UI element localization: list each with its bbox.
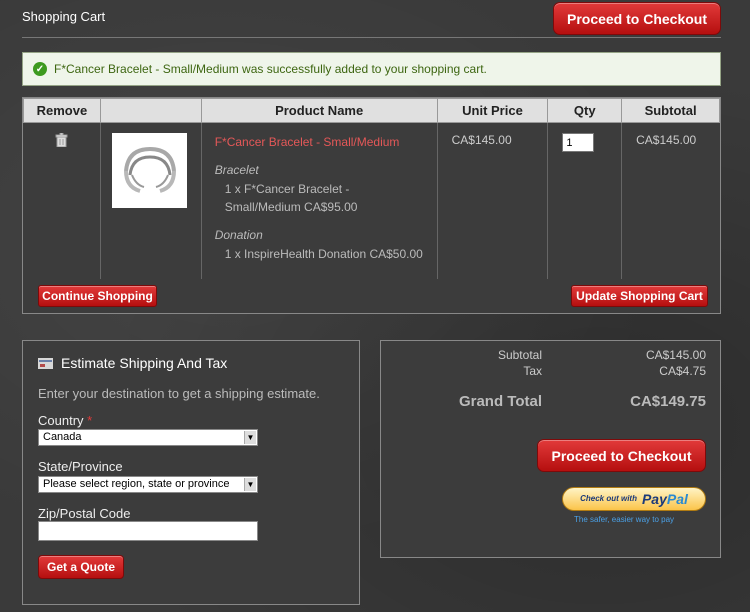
grand-total-label: Grand Total [458, 393, 542, 410]
chevron-down-icon: ▼ [244, 478, 256, 491]
table-row: F*Cancer Bracelet - Small/Medium Bracele… [23, 122, 720, 279]
cart-table: Remove Product Name Unit Price Qty Subto… [23, 98, 720, 279]
proceed-to-checkout-bottom-button[interactable]: Proceed to Checkout [537, 439, 706, 472]
proceed-to-checkout-top-button[interactable]: Proceed to Checkout [553, 2, 721, 35]
grand-total-value: CA$149.75 [630, 393, 706, 410]
option-value-bracelet: 1 x F*Cancer Bracelet - Small/Medium CA$… [224, 182, 358, 214]
get-quote-button[interactable]: Get a Quote [38, 555, 124, 579]
country-label: Country * [38, 413, 92, 428]
subtotal-cell: CA$145.00 [636, 133, 697, 147]
cart-header-row: Remove Product Name Unit Price Qty Subto… [23, 98, 720, 123]
update-cart-button[interactable]: Update Shopping Cart [571, 285, 708, 307]
product-name-link[interactable]: F*Cancer Bracelet - Small/Medium [215, 135, 437, 149]
subtotal-value: CA$145.00 [645, 348, 706, 362]
paypal-logo-icon: PayPal [642, 491, 688, 507]
product-image[interactable] [111, 133, 187, 208]
success-message-text: F*Cancer Bracelet - Small/Medium was suc… [54, 62, 487, 76]
shipping-title: Estimate Shipping And Tax [61, 355, 228, 371]
chevron-down-icon: ▼ [244, 431, 256, 444]
zip-input[interactable] [38, 521, 258, 541]
col-header-remove: Remove [23, 98, 101, 123]
shipping-heading: Estimate Shipping And Tax [38, 355, 227, 371]
paypal-checkout-text: Check out with [580, 494, 637, 503]
option-label-donation: Donation [214, 228, 263, 242]
product-image-cell [100, 122, 202, 279]
qty-cell [547, 122, 623, 279]
option-label-bracelet: Bracelet [214, 163, 259, 177]
col-header-qty: Qty [547, 98, 623, 123]
unit-price-cell: CA$145.00 [437, 122, 549, 279]
tax-value: CA$4.75 [659, 364, 706, 378]
option-value-donation: 1 x InspireHealth Donation CA$50.00 [224, 247, 423, 261]
success-check-icon: ✓ [33, 62, 47, 76]
col-header-unit-price: Unit Price [436, 98, 549, 123]
remove-cell [23, 122, 101, 279]
success-message: ✓ F*Cancer Bracelet - Small/Medium was s… [22, 52, 721, 86]
paypal-tagline: The safer, easier way to pay [574, 515, 675, 524]
country-select-value: Canada [43, 431, 82, 443]
cart-totals-panel: Subtotal CA$145.00 Tax CA$4.75 Grand Tot… [380, 340, 721, 558]
continue-shopping-button[interactable]: Continue Shopping [38, 285, 157, 307]
required-marker: * [87, 413, 93, 428]
tax-label: Tax [523, 364, 542, 378]
col-header-image [99, 98, 202, 123]
zip-label: Zip/Postal Code [38, 506, 131, 521]
state-label: State/Province [38, 459, 123, 474]
quantity-input[interactable] [562, 133, 595, 152]
shipping-intro: Enter your destination to get a shipping… [38, 386, 320, 401]
paypal-logo-pay: Pay [641, 491, 667, 507]
shipping-icon [38, 357, 53, 369]
page-title: Shopping Cart [22, 9, 106, 24]
shipping-estimate-panel: Estimate Shipping And Tax Enter your des… [22, 340, 360, 605]
product-name-cell: F*Cancer Bracelet - Small/Medium Bracele… [201, 122, 438, 279]
paypal-logo-pal: Pal [666, 491, 688, 507]
state-select-value: Please select region, state or province [43, 478, 230, 490]
cart-table-container: Remove Product Name Unit Price Qty Subto… [22, 97, 721, 314]
paypal-checkout-button[interactable]: Check out with PayPal [562, 487, 706, 511]
subtotal-label: Subtotal [497, 348, 542, 362]
col-header-product-name: Product Name [200, 98, 438, 123]
country-select[interactable]: Canada ▼ [38, 429, 258, 446]
title-divider [22, 37, 721, 38]
remove-trash-icon[interactable] [54, 133, 70, 147]
state-select[interactable]: Please select region, state or province … [38, 476, 258, 493]
country-label-text: Country [38, 413, 84, 428]
col-header-subtotal: Subtotal [621, 98, 720, 123]
